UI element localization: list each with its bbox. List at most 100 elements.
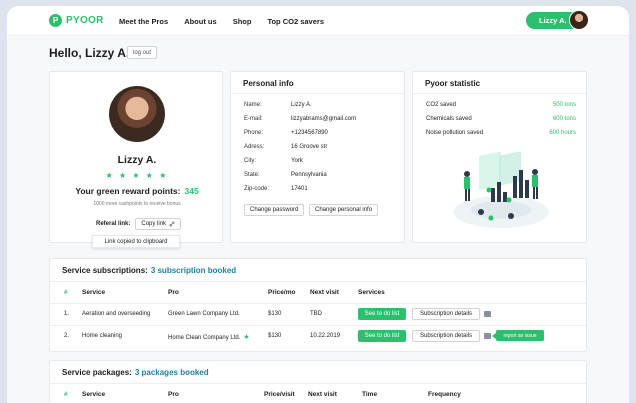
chat-icon[interactable]	[484, 311, 491, 317]
info-value: Pennsylvania	[291, 172, 327, 178]
cashpoints-note: 1000 more cashpoints to receive bonus	[93, 201, 181, 207]
stat-value: 600 hours	[549, 130, 576, 136]
copied-tooltip: Link copied to clipboard	[92, 235, 180, 248]
packages-section: Service packages: 3 packages booked # Ser…	[49, 360, 587, 403]
statistic-card: Pyoor statistic CO2 saved 500 tons Chemic…	[412, 71, 587, 243]
row-pro[interactable]: Green Lawn Company Ltd.	[168, 311, 240, 317]
col-header-services: Services	[358, 289, 385, 296]
row-number: 1.	[64, 311, 70, 317]
divider	[50, 303, 586, 304]
brand-logo[interactable]: P PYOOR	[49, 14, 104, 27]
nav-link-about[interactable]: About us	[184, 17, 217, 26]
col-header-time: Time	[362, 391, 378, 398]
row-number: 2.	[64, 333, 70, 339]
reward-points-label: Your green reward points:	[75, 186, 181, 196]
col-header-frequency: Frequency	[428, 391, 461, 398]
subscription-details-button[interactable]: Subscription details	[412, 330, 480, 342]
subscriptions-title: Service subscriptions: 3 subscription boo…	[62, 266, 236, 275]
stat-row-co2: CO2 saved 500 tons	[426, 102, 576, 108]
user-avatar[interactable]	[569, 10, 589, 30]
profile-name: Lizzy A.	[117, 154, 157, 166]
stat-row-chemicals: Chemicals saved 600 tons	[426, 116, 576, 122]
logout-button[interactable]: log out	[127, 46, 158, 59]
rating-stars: ★ ★ ★ ★ ★	[105, 171, 169, 180]
subscription-details-button[interactable]: Subscription details	[412, 308, 480, 320]
reward-points-value: 345	[184, 186, 199, 196]
link-icon	[169, 221, 175, 227]
divider	[50, 281, 586, 282]
col-header-pro: Pro	[168, 289, 179, 296]
logo-icon: P	[49, 14, 62, 27]
packages-count: 3 packages booked	[134, 368, 209, 377]
row-price: $130	[268, 333, 282, 339]
see-todo-button[interactable]: See to do list	[358, 308, 406, 320]
user-menu-label: Lizzy A.	[539, 16, 567, 25]
info-key: Adress:	[244, 144, 265, 150]
col-header-service: Service	[82, 391, 106, 398]
row-next-visit: 10.22.2019	[310, 333, 341, 339]
packages-title: Service packages: 3 packages booked	[62, 368, 209, 377]
info-key: State:	[244, 172, 260, 178]
info-key: City:	[244, 158, 256, 164]
see-todo-button[interactable]: See to do list	[358, 330, 406, 342]
row-price: $130	[268, 311, 282, 317]
profile-card: Lizzy A. ★ ★ ★ ★ ★ Your green reward poi…	[49, 71, 223, 243]
col-header-next-visit: Next visit	[310, 289, 339, 296]
nav-links: Meet the Pros About us Shop Top CO2 save…	[119, 17, 340, 26]
subscriptions-section: Service subscriptions: 3 subscription boo…	[49, 258, 587, 352]
stat-value: 500 tons	[552, 102, 576, 108]
page-title: Hello, Lizzy A.	[49, 46, 130, 60]
personal-info-card: Personal info Name: Lizzy A. E-mail: lizzy…	[230, 71, 405, 243]
change-password-button[interactable]: Change password	[244, 204, 305, 216]
referral-row: Referal link: Copy link	[96, 218, 182, 230]
report-issue-tooltip[interactable]: report an issue	[492, 330, 544, 341]
info-value: Lizzy A.	[291, 102, 312, 108]
brand-name: PYOOR	[66, 15, 104, 26]
row-pro[interactable]: Home Clean Company Ltd. ★	[168, 333, 250, 341]
stat-key: CO2 saved	[426, 102, 457, 108]
statistic-illustration	[453, 152, 549, 228]
col-header-pro: Pro	[168, 391, 179, 398]
top-navbar: P PYOOR Meet the Pros About us Shop Top …	[7, 6, 629, 36]
info-value: 16 Groove str	[291, 144, 328, 150]
info-key: Phone:	[244, 130, 264, 136]
change-personal-info-button[interactable]: Change personal info	[309, 204, 379, 216]
stat-key: Noise pollution saved	[426, 130, 484, 136]
stat-row-noise: Noise pollution saved 600 hours	[426, 130, 576, 136]
col-header-price: Price/mo	[268, 289, 296, 296]
subscriptions-title-text: Service subscriptions:	[62, 266, 148, 275]
info-key: E-mail:	[244, 116, 263, 122]
row-pro-name: Home Clean Company Ltd.	[168, 335, 241, 341]
star-icon: ★	[243, 334, 250, 341]
referral-label: Referal link:	[96, 221, 131, 227]
copy-link-button[interactable]: Copy link	[135, 218, 182, 230]
subscriptions-count: 3 subscription booked	[150, 266, 237, 275]
packages-title-text: Service packages:	[62, 368, 132, 377]
divider	[50, 383, 586, 384]
profile-avatar	[109, 86, 165, 142]
info-value: +1234567890	[291, 130, 328, 136]
row-service: Aeration and overseeding	[82, 311, 151, 317]
copy-link-label: Copy link	[141, 221, 167, 227]
stat-key: Chemicals saved	[426, 116, 472, 122]
app-window: P PYOOR Meet the Pros About us Shop Top …	[7, 6, 629, 403]
row-service: Home cleaning	[82, 333, 123, 339]
nav-link-shop[interactable]: Shop	[233, 17, 252, 26]
info-value: lizzyabrams@gmail.com	[291, 116, 357, 122]
nav-link-meet-pros[interactable]: Meet the Pros	[119, 17, 168, 26]
col-header-number: #	[64, 289, 68, 296]
col-header-next-visit: Next visit	[308, 391, 337, 398]
col-header-price-visit: Price/visit	[264, 391, 295, 398]
personal-info-title: Personal info	[231, 72, 404, 94]
statistic-title: Pyoor statistic	[413, 72, 586, 94]
col-header-service: Service	[82, 289, 106, 296]
row-next-visit: TBD	[310, 311, 322, 317]
chat-icon[interactable]	[484, 333, 491, 339]
nav-link-top-savers[interactable]: Top CO2 savers	[267, 17, 324, 26]
stat-value: 600 tons	[552, 116, 576, 122]
info-key: Zip-code:	[244, 186, 270, 192]
col-header-number: #	[64, 391, 68, 398]
info-value: York	[291, 158, 303, 164]
info-value: 17401	[291, 186, 308, 192]
divider	[50, 325, 586, 326]
